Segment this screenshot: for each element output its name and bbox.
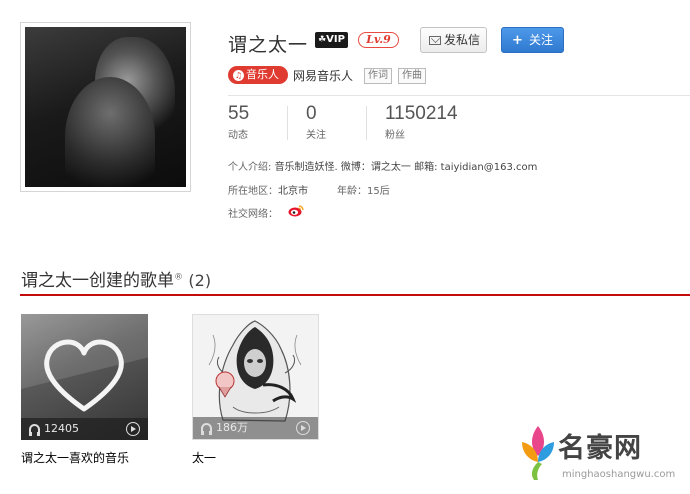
site-watermark: 名豪网 minghaoshangwu.com (516, 420, 686, 490)
musician-title: 网易音乐人 (293, 69, 354, 83)
watermark-url: minghaoshangwu.com (562, 469, 676, 480)
age-line: 年龄：15后 (337, 182, 390, 197)
playlists-count: (2) (188, 271, 212, 290)
weibo-icon[interactable] (288, 204, 304, 217)
play-icon[interactable] (296, 421, 310, 435)
mail-icon (429, 36, 441, 45)
plus-icon: + (512, 33, 523, 48)
playlist-name[interactable]: 谓之太一喜欢的音乐 (21, 449, 148, 466)
bio-text: 音乐制造妖怪. 微博：谓之太一 邮箱: taiyidian@163.com (274, 162, 538, 173)
stat-events-value: 55 (228, 103, 250, 124)
play-count-bar: 12405 (21, 418, 148, 440)
playlists-heading-text: 谓之太一创建的歌单 (21, 271, 174, 291)
bio-line: 个人介绍: 音乐制造妖怪. 微博：谓之太一 邮箱: taiyidian@163.… (228, 158, 537, 173)
stat-follows[interactable]: 0 关注 (306, 103, 326, 141)
divider (228, 95, 690, 96)
send-message-button[interactable]: 发私信 (420, 27, 487, 53)
playlists-heading: 谓之太一创建的歌单® (2) (21, 266, 211, 291)
stat-fans-label: 粉丝 (385, 130, 405, 141)
region-label: 所在地区： (228, 186, 278, 197)
region-value: 北京市 (278, 186, 308, 197)
stat-events-label: 动态 (228, 130, 248, 141)
stat-fans-value: 1150214 (385, 103, 458, 124)
tag-lyricist: 作词 (364, 68, 392, 84)
age-label: 年龄： (337, 186, 367, 197)
headphone-icon (201, 423, 212, 435)
avatar-image (25, 27, 186, 187)
social-line: 社交网络： (228, 205, 278, 220)
section-divider (20, 294, 690, 296)
region-line: 所在地区：北京市 (228, 182, 308, 197)
stat-divider (287, 106, 288, 140)
play-count: 12405 (44, 422, 79, 435)
stat-follows-label: 关注 (306, 130, 326, 141)
play-count: 186万 (216, 421, 248, 434)
play-count-bar: 186万 (193, 417, 318, 439)
playlist-card[interactable]: 12405 谓之太一喜欢的音乐 (21, 314, 148, 466)
follow-label: 关注 (528, 33, 553, 47)
stat-divider (366, 106, 367, 140)
watermark-logo-icon (522, 426, 554, 480)
vip-badge: ☘VIP (315, 32, 348, 48)
musician-badge[interactable]: ♫ 音乐人 (228, 66, 288, 84)
social-label: 社交网络： (228, 209, 278, 220)
tag-composer: 作曲 (398, 68, 426, 84)
user-name: 谓之太一 (228, 34, 309, 56)
stat-events[interactable]: 55 动态 (228, 103, 249, 141)
user-avatar (20, 22, 191, 192)
bio-label: 个人介绍: (228, 162, 272, 173)
playlist-name[interactable]: 太一 (192, 449, 319, 466)
play-icon[interactable] (126, 422, 140, 436)
headphone-icon (29, 424, 40, 436)
level-badge: Lv.9 (358, 32, 399, 48)
send-message-label: 发私信 (444, 33, 481, 47)
stat-follows-value: 0 (306, 103, 317, 124)
registered-mark: ® (174, 272, 183, 283)
watermark-text: 名豪网 (558, 433, 642, 464)
stat-fans[interactable]: 1150214 粉丝 (385, 103, 458, 141)
playlist-cover[interactable]: 12405 (21, 314, 148, 440)
follow-button[interactable]: + 关注 (501, 27, 564, 53)
playlist-cover[interactable]: 186万 (192, 314, 319, 440)
playlist-card[interactable]: 186万 太一 (192, 314, 319, 466)
music-note-icon: ♫ (233, 70, 244, 81)
age-value: 15后 (367, 186, 390, 197)
